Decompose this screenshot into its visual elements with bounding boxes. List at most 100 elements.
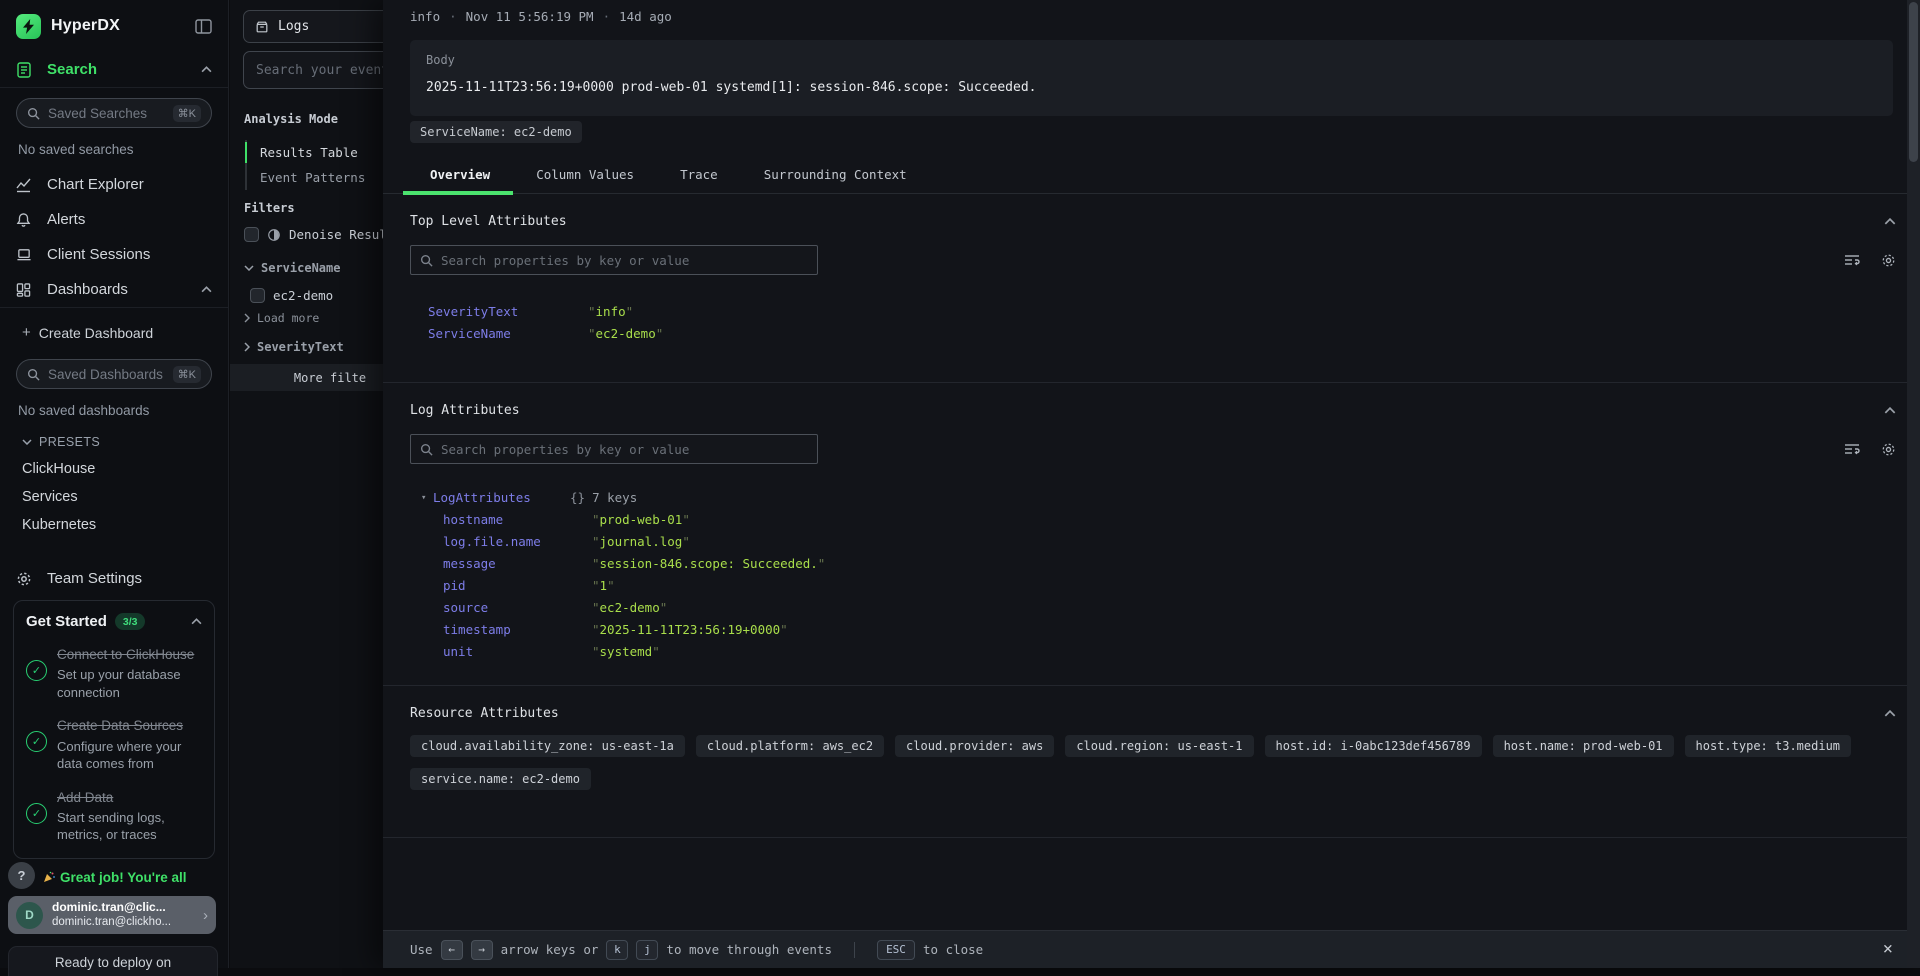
sidebar-item-label: Alerts (47, 211, 85, 228)
resource-chip[interactable]: host.name: prod-web-01 (1493, 735, 1674, 757)
event-body-card[interactable]: Body 2025-11-11T23:56:19+0000 prod-web-0… (410, 40, 1893, 116)
resource-attributes-section: Resource Attributes cloud.availability_z… (383, 686, 1920, 838)
filter-value-ec2-demo[interactable]: ec2-demo (250, 288, 333, 303)
mode-event-patterns[interactable]: Event Patterns (247, 165, 365, 190)
sidebar-item-team-settings[interactable]: Team Settings (0, 561, 228, 596)
tab-surrounding-context[interactable]: Surrounding Context (741, 158, 930, 193)
check-circle-icon: ✓ (26, 731, 47, 752)
get-started-step-connect[interactable]: ✓ Connect to ClickHouse Set up your data… (26, 646, 202, 701)
sidebar-item-search[interactable]: Search (0, 52, 228, 87)
chevron-up-icon[interactable] (1884, 407, 1896, 414)
chevron-up-icon[interactable] (1884, 710, 1896, 717)
tab-trace[interactable]: Trace (657, 158, 741, 193)
resource-chip[interactable]: cloud.provider: aws (895, 735, 1054, 757)
no-saved-searches-text: No saved searches (0, 134, 228, 167)
settings-gear-icon[interactable] (1881, 442, 1896, 457)
attribute-row[interactable]: log.file.namejournal.log (443, 531, 1920, 553)
resource-attribute-chips: cloud.availability_zone: us-east-1a clou… (410, 735, 1920, 790)
attribute-row[interactable]: SeverityTextinfo (428, 301, 1920, 323)
attribute-row[interactable]: messagesession-846.scope: Succeeded. (443, 553, 1920, 575)
get-started-step-sources[interactable]: ✓ Create Data Sources Configure where yo… (26, 717, 202, 772)
analysis-mode-options: Results Table Event Patterns (245, 140, 365, 190)
chevron-up-icon (201, 66, 212, 73)
properties-search-box[interactable] (410, 245, 818, 275)
create-dashboard-button[interactable]: + Create Dashboard (0, 316, 228, 349)
mode-results-table[interactable]: Results Table (247, 140, 365, 165)
properties-search-input[interactable] (441, 253, 808, 268)
attribute-row[interactable]: ServiceNameec2-demo (428, 323, 1920, 345)
keys-count: 7 keys (592, 490, 637, 505)
deploy-banner[interactable]: Ready to deploy on (8, 946, 218, 976)
sidebar-item-client-sessions[interactable]: Client Sessions (0, 237, 228, 272)
log-attributes-tree: ▾ LogAttributes {}7 keys hostnameprod-we… (421, 487, 1920, 663)
chevron-down-icon (22, 439, 32, 445)
user-profile-button[interactable]: D dominic.tran@clic... dominic.tran@clic… (8, 896, 216, 934)
sidebar-collapse-icon[interactable] (195, 19, 212, 34)
kbd-arrow-left: ← (441, 940, 463, 960)
presets-toggle[interactable]: PRESETS (0, 428, 228, 455)
ec2-demo-checkbox[interactable] (250, 288, 265, 303)
properties-search-box[interactable] (410, 434, 818, 464)
sidebar-item-label: Team Settings (47, 570, 142, 587)
settings-gear-icon[interactable] (1881, 253, 1896, 268)
footer-divider (854, 942, 855, 958)
body-value: 2025-11-11T23:56:19+0000 prod-web-01 sys… (426, 80, 1877, 95)
sidebar-item-chart-explorer[interactable]: Chart Explorer (0, 167, 228, 202)
chevron-right-icon (244, 313, 250, 323)
section-title: Log Attributes (410, 403, 1884, 418)
resource-chip[interactable]: cloud.availability_zone: us-east-1a (410, 735, 685, 757)
resource-chip[interactable]: host.id: i-0abc123def456789 (1265, 735, 1482, 757)
wrap-lines-icon[interactable] (1844, 253, 1860, 268)
help-button[interactable]: ? (8, 862, 35, 889)
attribute-row[interactable]: timestamp2025-11-11T23:56:19+0000 (443, 619, 1920, 641)
wrap-lines-icon[interactable] (1844, 442, 1860, 457)
search-icon (27, 368, 40, 381)
attribute-row[interactable]: hostnameprod-web-01 (443, 509, 1920, 531)
preset-services[interactable]: Services (0, 483, 228, 511)
preset-clickhouse[interactable]: ClickHouse (0, 455, 228, 483)
chevron-up-icon[interactable] (1884, 218, 1896, 225)
log-attributes-root-row[interactable]: ▾ LogAttributes {}7 keys (421, 487, 1920, 509)
search-filters-column: Logs Analysis Mode Results Table Event P… (230, 0, 383, 968)
close-icon[interactable]: × (1883, 941, 1893, 958)
chevron-up-icon[interactable] (191, 618, 202, 625)
presets-label: PRESETS (39, 435, 100, 449)
sidebar-item-alerts[interactable]: Alerts (0, 202, 228, 237)
filter-group-servicename[interactable]: ServiceName (244, 261, 340, 275)
sidebar-item-label: Chart Explorer (47, 176, 144, 193)
top-level-attribute-rows: SeverityTextinfo ServiceNameec2-demo (428, 301, 1920, 345)
load-more-button[interactable]: Load more (244, 311, 319, 325)
get-started-step-add-data[interactable]: ✓ Add Data Start sending logs, metrics, … (26, 789, 202, 844)
event-search-input[interactable] (243, 51, 383, 89)
saved-searches-input[interactable]: Saved Searches ⌘K (16, 98, 212, 128)
tab-overview[interactable]: Overview (403, 158, 513, 193)
denoise-checkbox[interactable] (244, 227, 259, 242)
attribute-row[interactable]: pid1 (443, 575, 1920, 597)
more-filters-button[interactable]: More filte (230, 364, 383, 391)
properties-search-input[interactable] (441, 442, 808, 457)
kbd-arrow-right: → (471, 940, 493, 960)
event-header: info · Nov 11 5:56:19 PM · 14d ago (410, 9, 672, 24)
filter-group-severitytext[interactable]: SeverityText (244, 340, 344, 354)
resource-chip[interactable]: cloud.region: us-east-1 (1065, 735, 1253, 757)
attribute-row[interactable]: unitsystemd (443, 641, 1920, 663)
event-details-panel: info · Nov 11 5:56:19 PM · 14d ago Body … (383, 0, 1920, 968)
saved-dashboards-input[interactable]: Saved Dashboards ⌘K (16, 359, 212, 389)
get-started-card: Get Started 3/3 ✓ Connect to ClickHouse … (13, 600, 215, 859)
sidebar-item-dashboards[interactable]: Dashboards (0, 272, 228, 307)
denoise-label: Denoise Resul (289, 227, 383, 242)
chevron-right-icon: › (203, 907, 208, 924)
source-selector-button[interactable]: Logs (243, 10, 383, 43)
scrollbar-thumb[interactable] (1909, 2, 1918, 162)
resource-chip[interactable]: host.type: t3.medium (1685, 735, 1852, 757)
saved-dashboards-placeholder: Saved Dashboards (48, 367, 165, 382)
preset-kubernetes[interactable]: Kubernetes (0, 511, 228, 539)
tab-column-values[interactable]: Column Values (513, 158, 657, 193)
service-name-chip[interactable]: ServiceName: ec2-demo (410, 121, 582, 143)
attribute-row[interactable]: sourceec2-demo (443, 597, 1920, 619)
chevron-down-icon (244, 265, 254, 271)
resource-chip[interactable]: cloud.platform: aws_ec2 (696, 735, 884, 757)
panel-scrollbar[interactable] (1907, 0, 1920, 968)
denoise-filter-row[interactable]: Denoise Resul (244, 227, 383, 242)
resource-chip[interactable]: service.name: ec2-demo (410, 768, 591, 790)
